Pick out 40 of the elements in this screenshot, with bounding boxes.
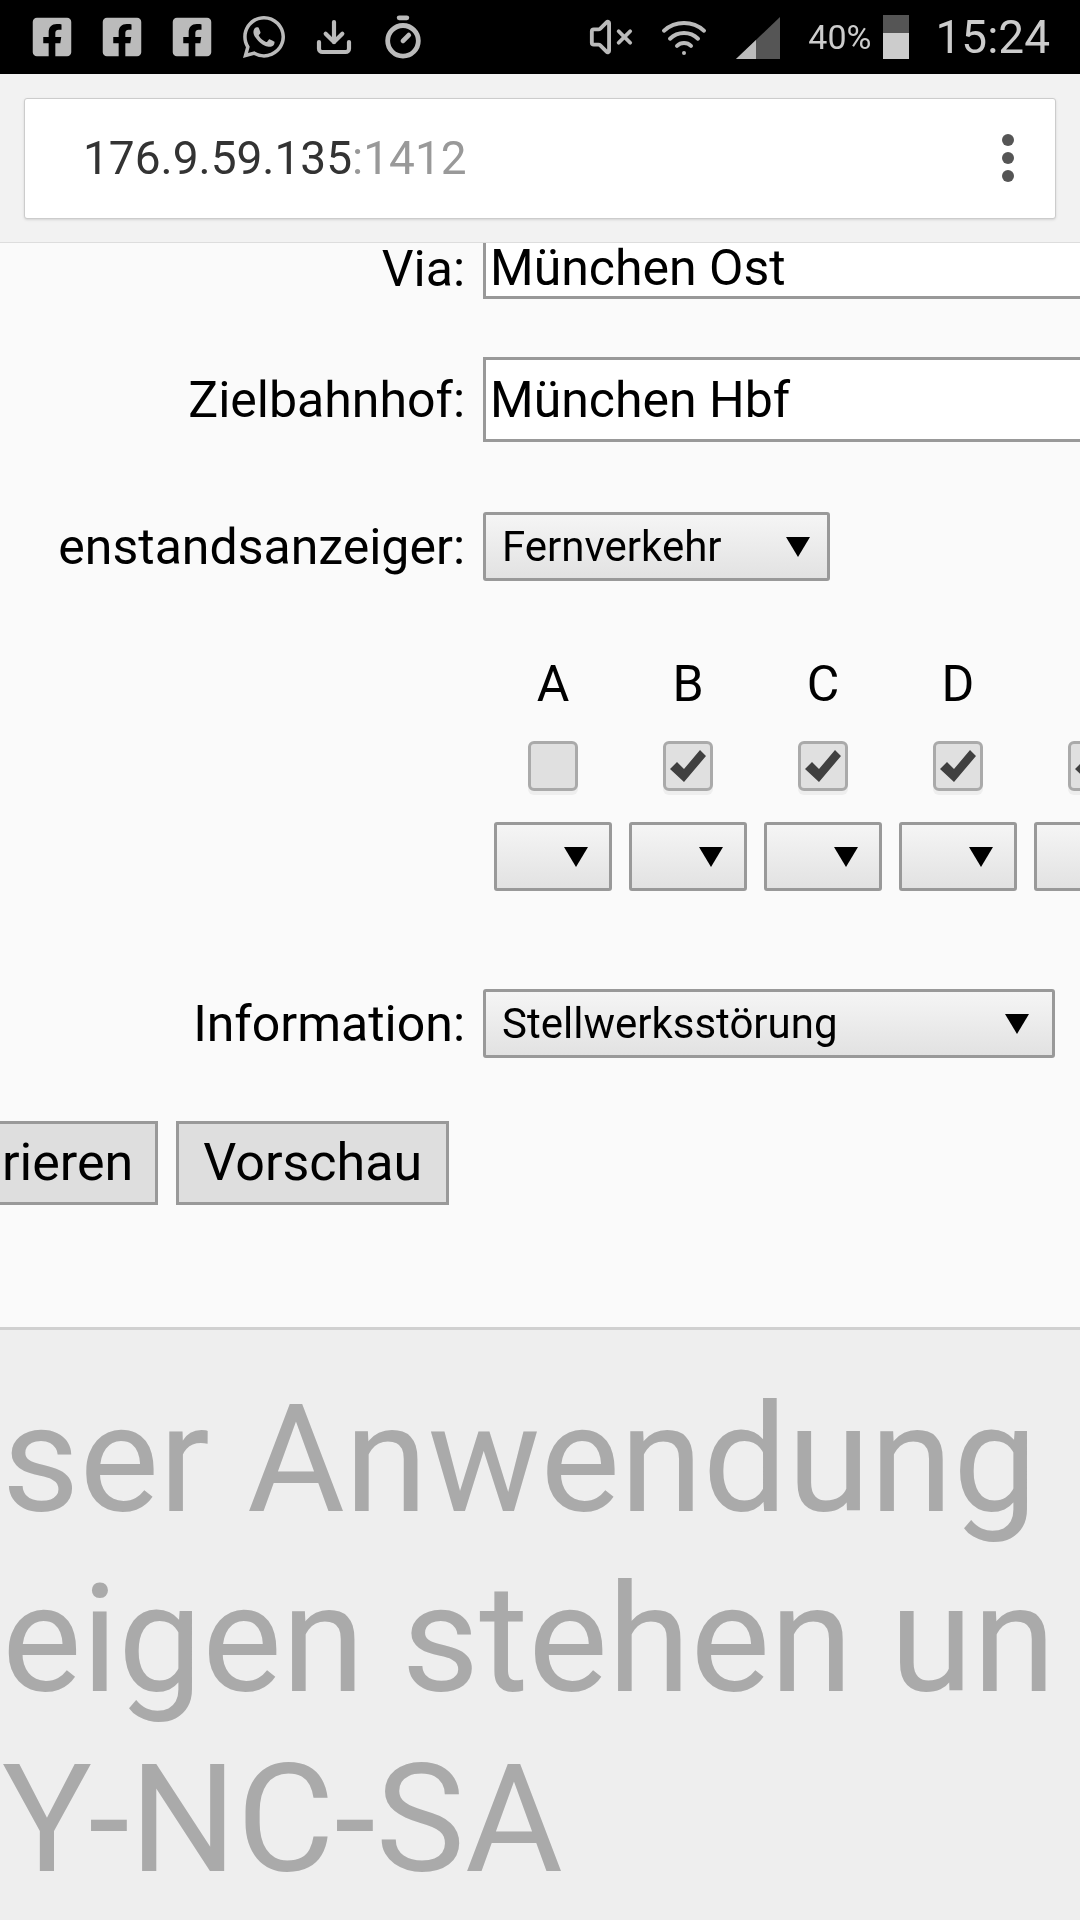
dropdown-arrow-icon [785,534,811,559]
field-label: Zielbahnhof: [187,374,465,425]
download-icon [314,17,354,57]
address-bar[interactable]: 176.9.59.135:1412 [24,97,1056,219]
whatsapp-icon [240,13,288,61]
battery-percent: 40% [808,15,872,59]
section-letter: D [941,659,975,709]
battery-icon [883,15,910,59]
menu-icon[interactable] [1001,133,1015,183]
section-select[interactable] [494,822,612,891]
section-select[interactable] [629,822,747,891]
facebook-icon [170,15,214,59]
dropdown-arrow-icon [968,844,994,869]
dropdown-arrow-icon [1004,1011,1030,1036]
checkmark-icon [939,749,977,783]
section-select[interactable] [899,822,1017,891]
footer-text-line: ser Anwendung [2,1371,1039,1550]
footer-text-line: eigen stehen un [2,1551,1057,1730]
section-letter: C [806,659,840,709]
information-select[interactable]: Stellwerksstörung [483,989,1055,1058]
section-letter: A [536,659,570,709]
form-button[interactable]: Vorschau [176,1121,450,1205]
checkmark-icon [804,749,842,783]
destination-input[interactable]: München Hbf [483,357,1080,442]
clock: 15:24 [935,8,1050,66]
dropdown-arrow-icon [563,844,589,869]
section-letter: B [672,659,704,709]
checkmark-icon [669,749,707,783]
dropdown-arrow-icon [698,844,724,869]
facebook-icon [30,15,74,59]
via-input[interactable]: München Ost [483,243,1080,299]
field-label: Via: [380,244,465,294]
dropdown-arrow-icon [833,844,859,869]
display-select[interactable]: Fernverkehr [483,512,830,581]
url-text: 176.9.59.135:1412 [83,129,468,187]
footer-text-line: Y-NC-SA [2,1731,564,1910]
field-label: Information: [192,998,465,1049]
form-button[interactable]: rieren [0,1121,159,1205]
section-select[interactable] [764,822,882,891]
facebook-icon [100,15,144,59]
